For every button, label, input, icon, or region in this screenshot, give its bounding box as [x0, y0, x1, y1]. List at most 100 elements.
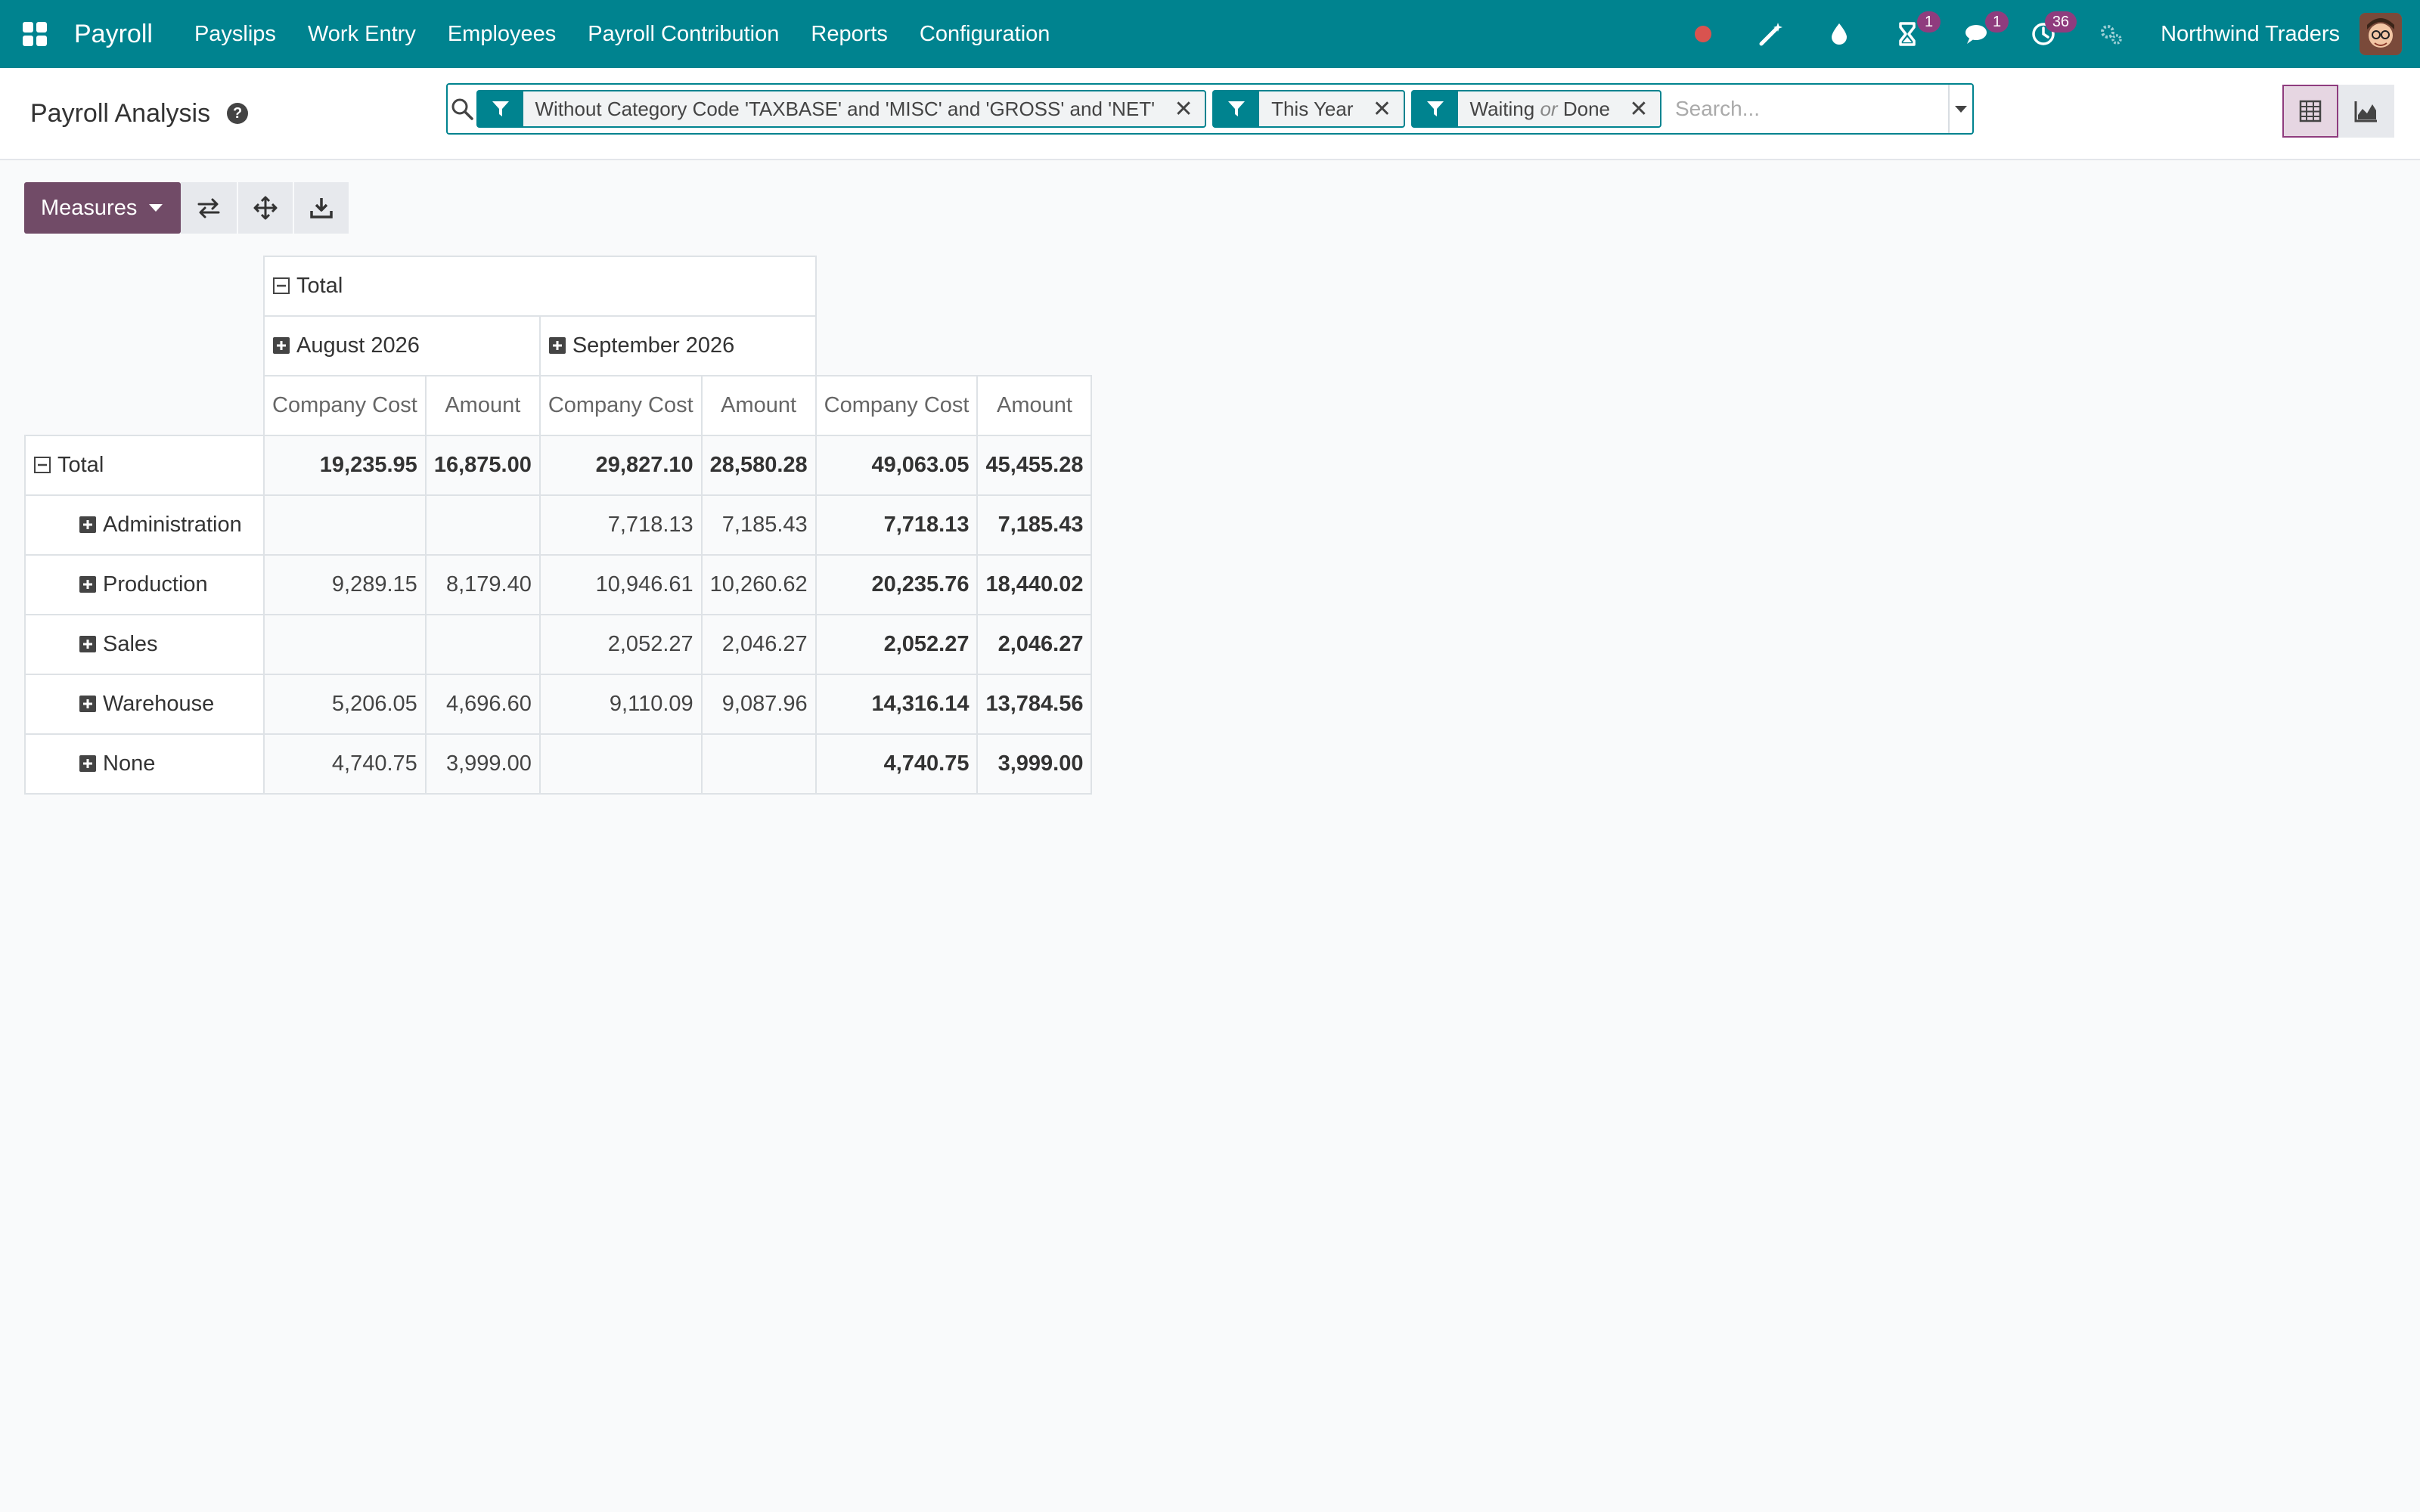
pivot-cell-total[interactable]: 13,784.56 [976, 674, 1093, 735]
pivot-cell-total[interactable]: 2,052.27 [814, 614, 979, 675]
pivot-cell[interactable] [700, 733, 817, 795]
pivot-cell[interactable] [263, 494, 427, 556]
record-icon[interactable] [1686, 17, 1720, 51]
facet-label: Without Category Code 'TAXBASE' and 'MIS… [535, 97, 1156, 120]
pivot-table: Total August 2026 September 2026 Company… [24, 256, 1093, 795]
table-row: None 4,740.75 3,999.00 4,740.75 3,999.00 [24, 733, 1093, 795]
search-options-toggle[interactable] [1947, 85, 1972, 133]
user-avatar[interactable] [2360, 13, 2402, 55]
gears-icon[interactable] [2095, 17, 2128, 51]
search-input[interactable] [1667, 86, 1948, 132]
menu-work-entry[interactable]: Work Entry [292, 22, 432, 47]
search-icon[interactable] [448, 85, 476, 133]
graph-view-button[interactable] [2338, 85, 2394, 138]
pivot-view-button[interactable] [2282, 85, 2338, 138]
pivot-cell[interactable]: 3,999.00 [424, 733, 541, 795]
pivot-cell[interactable]: 5,206.05 [263, 674, 427, 735]
pivot-cell[interactable]: 9,110.09 [538, 674, 703, 735]
control-panel: Payroll Analysis ? Without Category Code… [0, 68, 2420, 160]
pivot-cell[interactable]: 4,740.75 [263, 733, 427, 795]
clock-badge: 36 [2044, 11, 2077, 33]
pivot-cell-total[interactable]: 14,316.14 [814, 674, 979, 735]
menu-configuration[interactable]: Configuration [904, 22, 1066, 47]
download-icon [310, 198, 334, 218]
pivot-col-header-total[interactable]: Total [263, 256, 817, 317]
pivot-row-header-sales[interactable]: Sales [24, 614, 265, 675]
pivot-cell-total[interactable]: 45,455.28 [976, 435, 1093, 496]
messages-icon[interactable]: 1 [1959, 11, 2009, 51]
menu-payroll-contribution[interactable]: Payroll Contribution [572, 22, 795, 47]
pivot-cell-total[interactable]: 18,440.02 [976, 554, 1093, 615]
pivot-toolbar: Measures [0, 160, 2420, 234]
table-row: Production 9,289.15 8,179.40 10,946.61 1… [24, 554, 1093, 615]
pivot-cell[interactable] [424, 614, 541, 675]
pivot-cell[interactable]: 4,696.60 [424, 674, 541, 735]
clock-icon[interactable]: 36 [2027, 11, 2077, 51]
pivot-cell[interactable]: 7,185.43 [700, 494, 817, 556]
measure-header[interactable]: Amount [700, 375, 817, 436]
menu-employees[interactable]: Employees [432, 22, 572, 47]
pivot-cell-total[interactable]: 2,046.27 [976, 614, 1093, 675]
menu-reports[interactable]: Reports [795, 22, 904, 47]
expand-all-button[interactable] [237, 182, 293, 234]
flip-axis-button[interactable] [181, 182, 237, 234]
pivot-cell[interactable]: 8,179.40 [424, 554, 541, 615]
facet-remove-icon[interactable]: ✕ [1624, 96, 1654, 122]
view-switcher [2282, 85, 2394, 138]
pivot-cell-total[interactable]: 7,185.43 [976, 494, 1093, 556]
filter-icon [1214, 91, 1260, 126]
pivot-cell-total[interactable]: 7,718.13 [814, 494, 979, 556]
measure-header[interactable]: Company Cost [263, 375, 427, 436]
facet-remove-icon[interactable]: ✕ [1168, 96, 1199, 122]
caret-down-icon [1954, 106, 1967, 113]
pivot-cell-total[interactable]: 49,063.05 [814, 435, 979, 496]
pivot-cell[interactable]: 10,946.61 [538, 554, 703, 615]
pivot-col-header-month[interactable]: August 2026 [263, 315, 541, 376]
pivot-cell[interactable]: 2,046.27 [700, 614, 817, 675]
measure-header[interactable]: Company Cost [538, 375, 703, 436]
pivot-cell[interactable] [424, 494, 541, 556]
top-navbar: Payroll Payslips Work Entry Employees Pa… [0, 0, 2420, 68]
pivot-row-header-none[interactable]: None [24, 733, 265, 795]
pivot-cell[interactable]: 16,875.00 [424, 435, 541, 496]
facet-remove-icon[interactable]: ✕ [1367, 96, 1398, 122]
pivot-cell[interactable]: 2,052.27 [538, 614, 703, 675]
pivot-cell[interactable] [538, 733, 703, 795]
messages-badge: 1 [1984, 11, 2009, 33]
search-facet-category: Without Category Code 'TAXBASE' and 'MIS… [476, 90, 1207, 128]
systray: 1 1 36 [1669, 11, 2145, 51]
drop-icon[interactable] [1823, 17, 1856, 51]
caret-down-icon [149, 204, 163, 212]
pivot-row-header-total[interactable]: Total [24, 435, 265, 496]
measures-dropdown-button[interactable]: Measures [24, 182, 182, 234]
pivot-col-header-month[interactable]: September 2026 [538, 315, 817, 376]
apps-menu-icon[interactable] [18, 17, 51, 51]
area-chart-icon [2354, 101, 2377, 122]
pivot-row-header-warehouse[interactable]: Warehouse [24, 674, 265, 735]
menu-payslips[interactable]: Payslips [178, 22, 292, 47]
measure-header[interactable]: Amount [424, 375, 541, 436]
download-xlsx-button[interactable] [293, 182, 349, 234]
app-name[interactable]: Payroll [74, 20, 153, 49]
measure-header[interactable]: Amount [976, 375, 1093, 436]
filter-icon [1412, 91, 1458, 126]
pivot-cell[interactable]: 28,580.28 [700, 435, 817, 496]
company-switcher[interactable]: Northwind Traders [2161, 22, 2340, 47]
activity-hourglass-icon[interactable]: 1 [1891, 11, 1941, 51]
expand-icon [79, 755, 96, 772]
pivot-cell[interactable]: 9,289.15 [263, 554, 427, 615]
pivot-cell[interactable]: 7,718.13 [538, 494, 703, 556]
measure-header[interactable]: Company Cost [814, 375, 979, 436]
pivot-cell[interactable] [263, 614, 427, 675]
pivot-row-header-production[interactable]: Production [24, 554, 265, 615]
pivot-cell-total[interactable]: 3,999.00 [976, 733, 1093, 795]
pivot-cell-total[interactable]: 4,740.75 [814, 733, 979, 795]
pivot-row-header-administration[interactable]: Administration [24, 494, 265, 556]
pivot-cell[interactable]: 9,087.96 [700, 674, 817, 735]
pivot-cell[interactable]: 19,235.95 [263, 435, 427, 496]
help-icon[interactable]: ? [227, 103, 249, 124]
pivot-cell[interactable]: 10,260.62 [700, 554, 817, 615]
magic-wand-icon[interactable] [1754, 17, 1788, 51]
pivot-cell[interactable]: 29,827.10 [538, 435, 703, 496]
pivot-cell-total[interactable]: 20,235.76 [814, 554, 979, 615]
